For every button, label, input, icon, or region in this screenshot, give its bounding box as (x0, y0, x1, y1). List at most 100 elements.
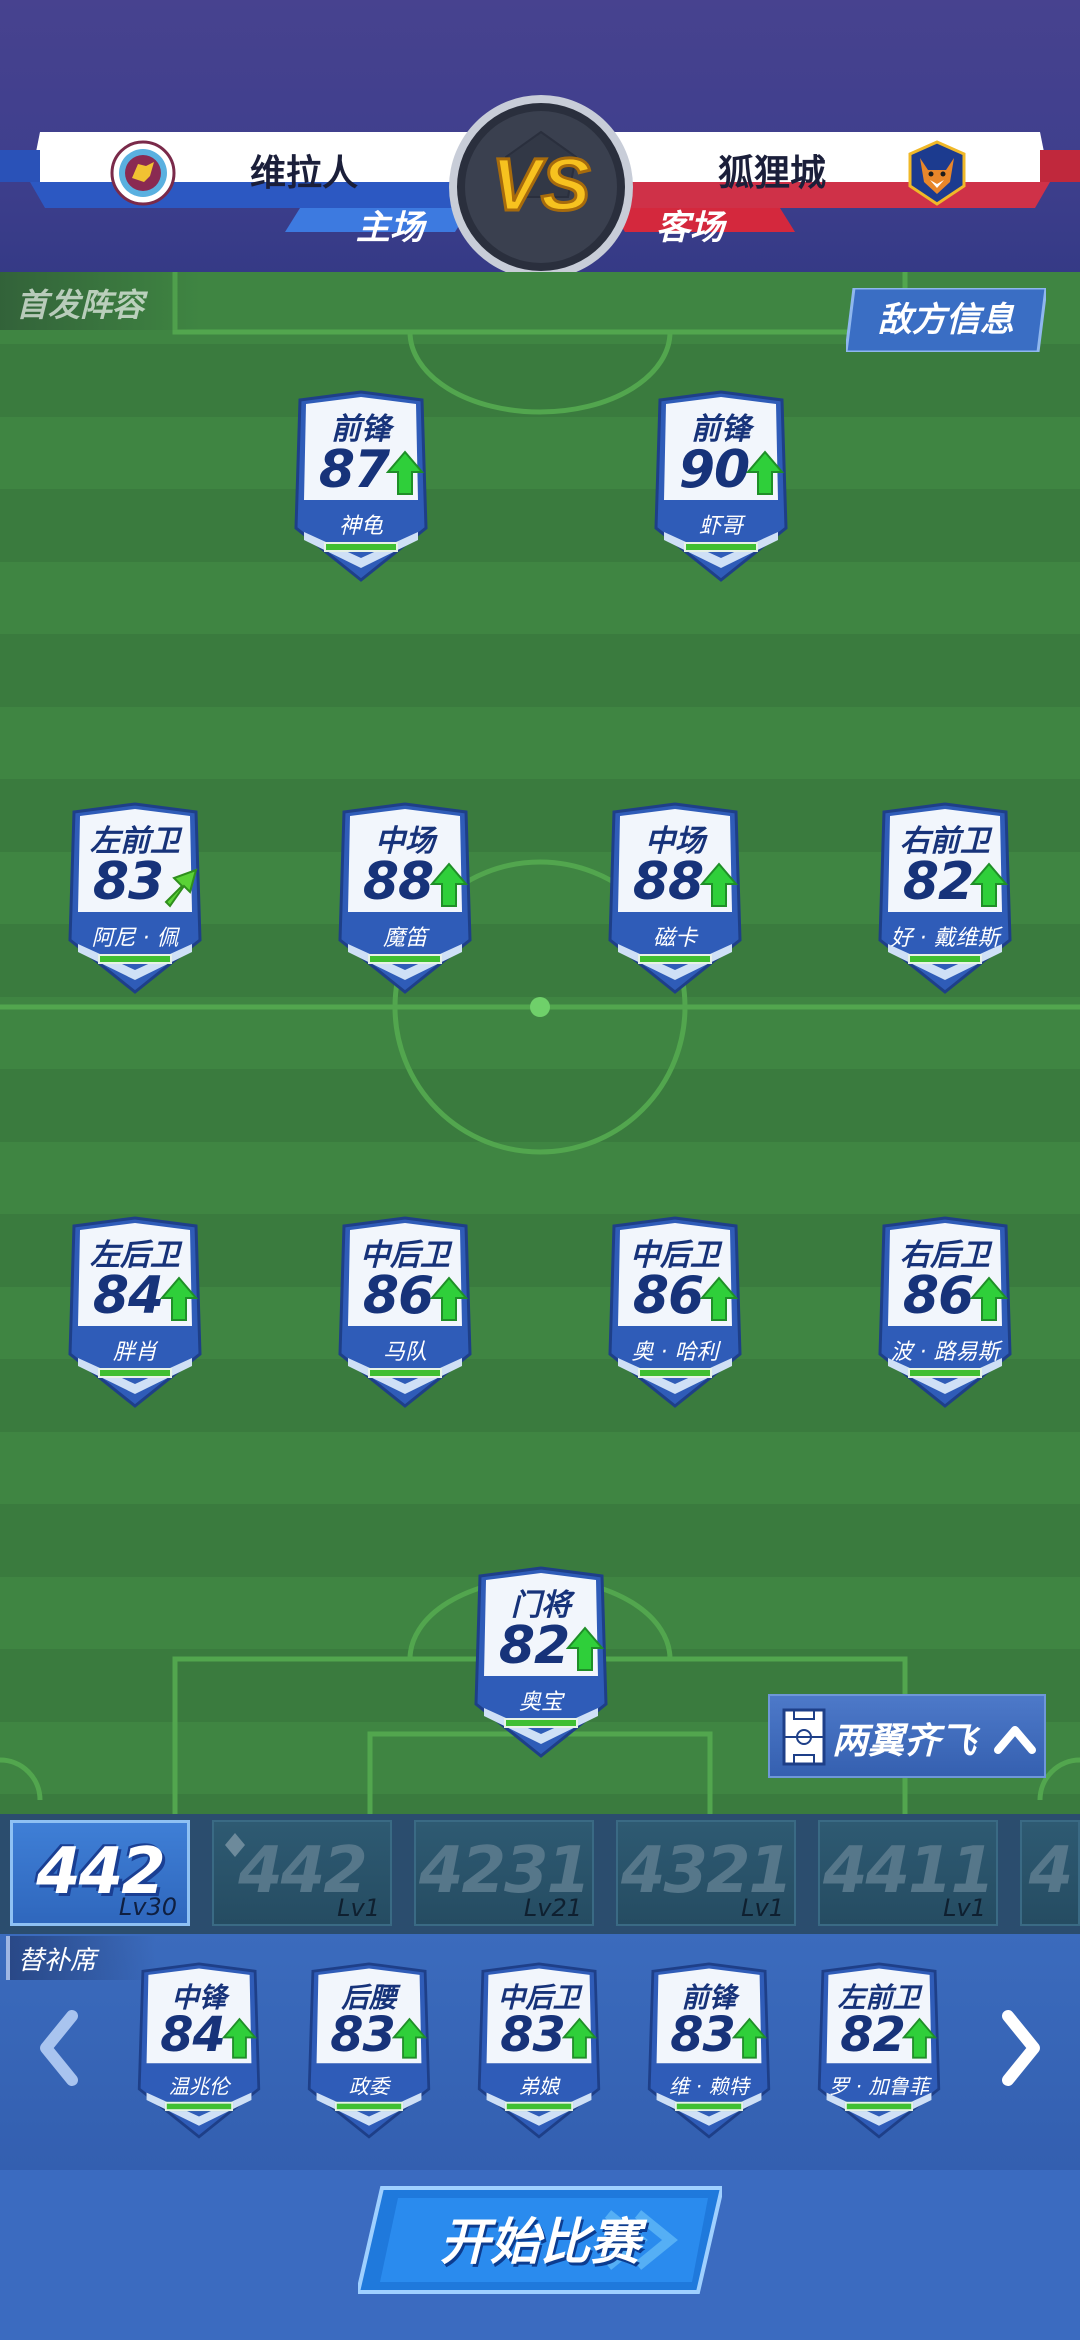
player-rating: 88 (362, 852, 434, 912)
player-rating: 86 (902, 1266, 974, 1326)
home-side-label: 主场 (356, 208, 424, 248)
enemy-info-button[interactable]: 敌方信息 (844, 286, 1048, 354)
player-name: 维 · 赖特 (668, 2076, 750, 2100)
player-rating: 83 (500, 2008, 566, 2064)
rating-up-icon (392, 2017, 427, 2059)
enemy-info-label: 敌方信息 (878, 300, 1014, 340)
player-rating: 82 (902, 852, 974, 912)
stamina-bar (638, 1368, 712, 1378)
stamina-bar (674, 2101, 744, 2112)
player-card[interactable]: 前锋 83 维 · 赖特 (640, 1962, 778, 2142)
player-card[interactable]: 中锋 84 温兆伦 (130, 1962, 268, 2142)
rating-up-icon (562, 2017, 597, 2059)
player-name: 阿尼 · 佩 (91, 926, 179, 951)
player-rating: 83 (92, 852, 164, 912)
stamina-bar (98, 954, 172, 964)
player-card[interactable]: 前锋 90 虾哥 (646, 390, 796, 586)
tactic-label: 两翼齐飞 (832, 1721, 977, 1762)
player-card[interactable]: 中场 88 魔笛 (330, 802, 480, 998)
stamina-bar (504, 2101, 574, 2112)
rating-up-icon (222, 2017, 257, 2059)
starting-lineup-label: 首发阵容 (0, 272, 200, 330)
stamina-bar (334, 2101, 404, 2112)
player-rating: 82 (840, 2008, 906, 2064)
player-name: 罗 · 加鲁菲 (828, 2076, 930, 2100)
tactic-button[interactable]: 两翼齐飞 (768, 1694, 1046, 1778)
player-rating: 84 (92, 1266, 164, 1326)
formation-tab[interactable]: 4411 Lv1 (818, 1820, 998, 1926)
formation-level: Lv30 (118, 1893, 177, 1921)
rating-up-icon (746, 450, 784, 495)
stamina-bar (324, 542, 398, 552)
player-name: 虾哥 (698, 514, 743, 539)
rating-up-icon (970, 1276, 1008, 1321)
stamina-bar (368, 1368, 442, 1378)
rating-up-icon (386, 450, 424, 495)
field-tactic-icon (782, 1708, 826, 1766)
vs-badge-icon: VS (449, 95, 633, 279)
player-card[interactable]: 左后卫 84 胖肖 (60, 1216, 210, 1412)
formation-tab[interactable]: 4321 Lv1 (616, 1820, 796, 1926)
formation-tab[interactable]: 442 Lv1 (212, 1820, 392, 1926)
player-name: 政委 (348, 2076, 390, 2100)
stamina-bar (638, 954, 712, 964)
rating-up-icon (430, 862, 468, 907)
player-name: 磁卡 (652, 926, 697, 951)
formation-level: Lv1 (337, 1894, 380, 1922)
chevron-up-icon (994, 1726, 1036, 1754)
stamina-bar (368, 954, 442, 964)
player-card[interactable]: 中后卫 86 马队 (330, 1216, 480, 1412)
home-team-name: 维拉人 (250, 153, 359, 194)
player-card[interactable]: 门将 82 奥宝 (466, 1566, 616, 1762)
player-card[interactable]: 前锋 87 神龟 (286, 390, 436, 586)
player-rating: 87 (318, 440, 390, 500)
chevron-right-icon[interactable] (996, 2008, 1046, 2088)
rating-up-icon (566, 1626, 604, 1671)
player-name: 魔笛 (382, 926, 427, 951)
player-rating: 83 (330, 2008, 396, 2064)
start-match-label: 开始比赛 (440, 2213, 640, 2271)
formation-tab[interactable]: 4 (1020, 1820, 1080, 1926)
player-card[interactable]: 左前卫 83 阿尼 · 佩 (60, 802, 210, 998)
player-name: 温兆伦 (168, 2076, 230, 2100)
formation-tab[interactable]: 4231 Lv21 (414, 1820, 594, 1926)
player-name: 弟娘 (518, 2076, 560, 2100)
player-card[interactable]: 中后卫 83 弟娘 (470, 1962, 608, 2142)
player-rating: 86 (362, 1266, 434, 1326)
rating-up-icon (430, 1276, 468, 1321)
player-rating: 83 (670, 2008, 736, 2064)
rating-up-icon (902, 2017, 937, 2059)
player-card[interactable]: 后腰 83 政委 (300, 1962, 438, 2142)
formation-level: Lv21 (523, 1894, 582, 1922)
player-card[interactable]: 右前卫 82 好 · 戴维斯 (870, 802, 1020, 998)
lion-crest-icon (110, 140, 176, 206)
player-card[interactable]: 中后卫 86 奥 · 哈利 (600, 1216, 750, 1412)
player-name: 胖肖 (112, 1340, 157, 1365)
rating-up-icon (970, 862, 1008, 907)
player-rating: 84 (160, 2008, 226, 2064)
player-card[interactable]: 中场 88 磁卡 (600, 802, 750, 998)
stamina-bar (844, 2101, 914, 2112)
away-team-name: 狐狸城 (718, 153, 827, 194)
player-name: 神龟 (338, 514, 383, 539)
player-rating: 88 (632, 852, 704, 912)
formation-name: 4 (1028, 1834, 1074, 1908)
formation-tab[interactable]: 442 Lv30 (10, 1820, 190, 1926)
start-match-button[interactable]: 开始比赛 (355, 2184, 725, 2296)
player-name: 奥 · 哈利 (631, 1340, 719, 1365)
away-side-label: 客场 (656, 208, 724, 248)
player-card[interactable]: 右后卫 86 波 · 路易斯 (870, 1216, 1020, 1412)
player-name: 好 · 戴维斯 (890, 926, 1000, 951)
stamina-bar (684, 542, 758, 552)
rating-trend-diagonal-icon (164, 868, 198, 908)
stamina-bar (908, 954, 982, 964)
vs-label: VS (492, 143, 591, 226)
stamina-bar (504, 1718, 578, 1728)
player-name: 马队 (382, 1340, 427, 1365)
player-card[interactable]: 左前卫 82 罗 · 加鲁菲 (810, 1962, 948, 2142)
rating-up-icon (160, 1276, 198, 1321)
fox-crest-icon (908, 140, 966, 206)
player-rating: 82 (498, 1616, 570, 1676)
rating-up-icon (700, 862, 738, 907)
chevron-left-icon[interactable] (34, 2008, 84, 2088)
